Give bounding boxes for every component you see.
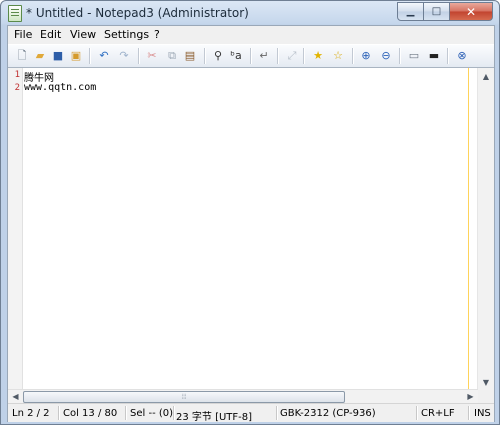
toolbar-separator [303, 48, 305, 64]
minimize-button[interactable]: ▁ [397, 2, 424, 21]
line-number-gutter: 1 2 [8, 68, 23, 390]
toolbar-separator [250, 48, 252, 64]
line-number: 2 [14, 83, 20, 93]
exit-icon[interactable]: ⊗ [454, 48, 470, 64]
scroll-grip-icon: ⦙⦙⦙ [181, 392, 187, 401]
save-icon[interactable]: ■ [50, 48, 66, 64]
horizontal-scroll-thumb[interactable]: ⦙⦙⦙ [23, 391, 345, 403]
open-folder-icon[interactable]: ▰ [32, 48, 48, 64]
long-line-marker [468, 68, 469, 390]
status-divider [468, 406, 470, 420]
status-insert-mode[interactable]: INS [474, 408, 491, 419]
status-bar: Ln 2 / 2 Col 13 / 80 Sel -- (0) 23 字节 [U… [8, 403, 494, 423]
binoculars-icon[interactable]: ⚲ [210, 48, 226, 64]
new-document-icon[interactable]: 🗋 [14, 48, 30, 64]
word-wrap-icon[interactable]: ↵ [256, 48, 272, 64]
scrollbar-corner [478, 390, 494, 403]
editor-area[interactable]: 1 2 腾牛网 www.qqtn.com ▲ ▼ ◀ ⦙⦙⦙ ▶ [8, 67, 494, 403]
code-line[interactable]: www.qqtn.com [24, 82, 96, 93]
paste-icon[interactable]: ▤ [182, 48, 198, 64]
toolbar-separator [352, 48, 354, 64]
scroll-right-arrow-icon[interactable]: ▶ [463, 390, 478, 403]
toolbar-separator [277, 48, 279, 64]
save-as-icon[interactable]: ▣ [68, 48, 84, 64]
status-divider [173, 406, 175, 420]
zoom-in-icon[interactable]: ⊕ [358, 48, 374, 64]
status-eol[interactable]: CR+LF [421, 408, 455, 419]
status-divider [416, 406, 418, 420]
scroll-up-arrow-icon[interactable]: ▲ [478, 68, 494, 84]
menu-help[interactable]: ? [154, 28, 160, 41]
toolbar-separator [447, 48, 449, 64]
notepad3-window: * Untitled - Notepad3 (Administrator) ▁ … [0, 0, 500, 425]
status-selection: Sel -- (0) [130, 408, 174, 419]
scroll-left-arrow-icon[interactable]: ◀ [8, 390, 23, 403]
maximize-button[interactable]: □ [423, 2, 450, 21]
toolbar: 🗋 ▰ ■ ▣ ↶ ↷ ✂ ⧉ ▤ ⚲ ᵇa ↵ ⤢ ★ ☆ ⊕ ⊖ ▭ ▬ ⊗ [8, 44, 494, 68]
toolbar-separator [89, 48, 91, 64]
cut-icon[interactable]: ✂ [144, 48, 160, 64]
star-add-icon[interactable]: ☆ [330, 48, 346, 64]
status-divider [276, 406, 278, 420]
menu-file[interactable]: File [14, 28, 32, 41]
client-area: File Edit View Settings ? 🗋 ▰ ■ ▣ ↶ ↷ ✂ ⧉ ▤ ⚲ ᵇa ↵ ⤢… [7, 25, 495, 423]
redo-icon[interactable]: ↷ [116, 48, 132, 64]
menu-settings[interactable]: Settings [104, 28, 149, 41]
toolbar-separator [204, 48, 206, 64]
notepad-app-icon[interactable] [8, 5, 22, 22]
monitor-icon[interactable]: ▬ [426, 48, 442, 64]
undo-icon[interactable]: ↶ [96, 48, 112, 64]
scroll-down-arrow-icon[interactable]: ▼ [478, 374, 494, 390]
replace-icon[interactable]: ᵇa [228, 48, 244, 64]
caption-buttons: ▁ □ ✕ [397, 2, 493, 21]
star-icon[interactable]: ★ [310, 48, 326, 64]
menu-edit[interactable]: Edit [40, 28, 61, 41]
status-column[interactable]: Col 13 / 80 [63, 408, 117, 419]
toolbar-separator [138, 48, 140, 64]
close-button[interactable]: ✕ [449, 2, 493, 21]
window-title: * Untitled - Notepad3 (Administrator) [26, 6, 249, 20]
status-divider [125, 406, 127, 420]
fullscreen-icon[interactable]: ⤢ [284, 48, 300, 64]
menu-view[interactable]: View [70, 28, 96, 41]
status-size: 23 字节 [UTF-8] [176, 412, 253, 423]
horizontal-scrollbar[interactable]: ◀ ⦙⦙⦙ ▶ [8, 389, 478, 403]
zoom-out-icon[interactable]: ⊖ [378, 48, 394, 64]
title-bar[interactable]: * Untitled - Notepad3 (Administrator) ▁ … [1, 1, 499, 25]
copy-icon[interactable]: ⧉ [164, 48, 180, 64]
scheme-icon[interactable]: ▭ [406, 48, 422, 64]
status-line[interactable]: Ln 2 / 2 [12, 408, 50, 419]
status-encoding[interactable]: GBK-2312 (CP-936) [280, 408, 376, 419]
line-number: 1 [14, 70, 20, 80]
toolbar-separator [399, 48, 401, 64]
status-divider [58, 406, 60, 420]
menu-bar: File Edit View Settings ? [8, 26, 494, 44]
vertical-scrollbar[interactable]: ▲ ▼ [477, 68, 494, 390]
